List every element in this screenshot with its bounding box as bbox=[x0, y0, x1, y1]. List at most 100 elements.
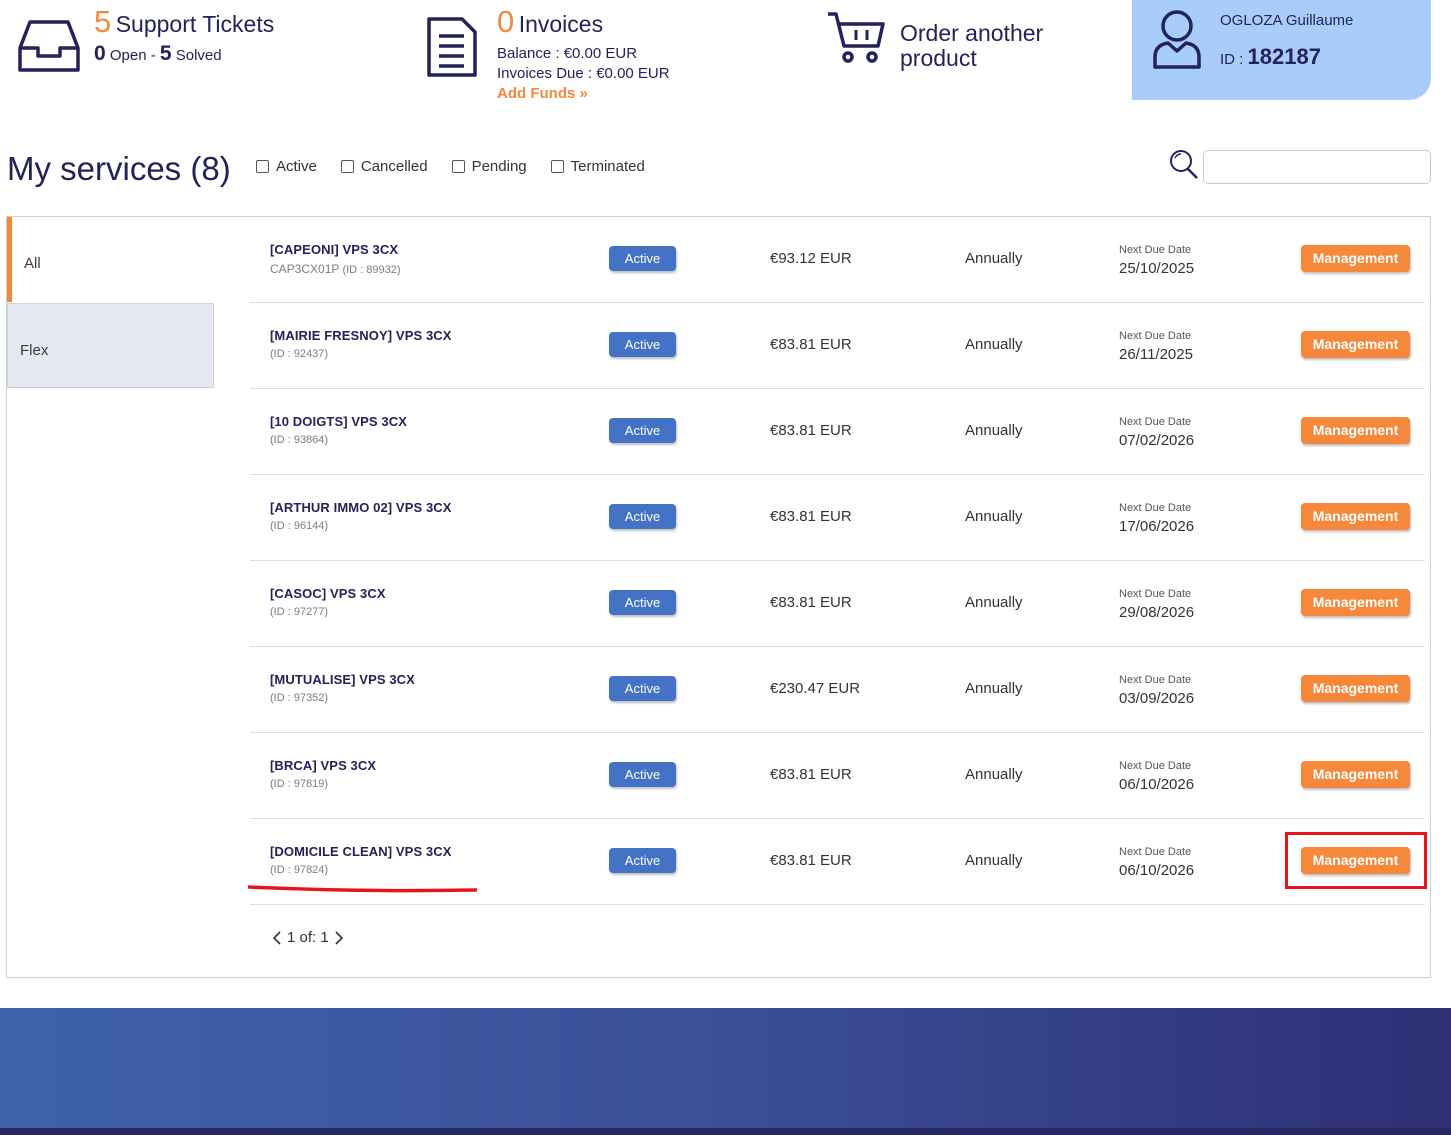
chevron-right-icon[interactable] bbox=[333, 930, 345, 945]
status-badge: Active bbox=[609, 676, 676, 701]
page-title: My services (8) bbox=[7, 150, 231, 187]
support-tickets-stat[interactable]: 5 Support Tickets 0 Open - 5 Solved bbox=[18, 6, 318, 76]
due-date: 29/08/2026 bbox=[1119, 604, 1195, 621]
table-row[interactable]: [CASOC] VPS 3CX (ID : 97277) Active €83.… bbox=[250, 561, 1425, 647]
due-date-label: Next Due Date bbox=[1119, 416, 1192, 428]
billing-cycle: Annually bbox=[965, 336, 1023, 353]
due-date-label: Next Due Date bbox=[1119, 588, 1192, 600]
page-indicator: 1 of: 1 bbox=[287, 929, 329, 946]
checkbox[interactable] bbox=[256, 160, 269, 173]
management-button[interactable]: Management bbox=[1301, 589, 1410, 616]
service-id: (ID : 92437) bbox=[270, 348, 329, 360]
annotation-highlight-box bbox=[1285, 832, 1427, 889]
checkbox[interactable] bbox=[550, 160, 564, 173]
invoice-document-icon bbox=[427, 17, 477, 77]
management-button[interactable]: Management bbox=[1301, 331, 1410, 358]
table-row[interactable]: [CAPEONI] VPS 3CX CAP3CX01P (ID : 89932)… bbox=[250, 217, 1425, 303]
annotation-underline bbox=[248, 885, 477, 893]
order-line-2: product bbox=[900, 45, 977, 71]
filter-label: Cancelled bbox=[360, 158, 428, 175]
billing-cycle: Annually bbox=[965, 508, 1023, 525]
tickets-solved-count: 5 bbox=[159, 42, 172, 65]
filter-cancelled[interactable]: Cancelled bbox=[340, 158, 428, 175]
filter-label: Terminated bbox=[570, 158, 645, 175]
user-profile-card[interactable]: OGLOZA Guillaume ID : 182187 bbox=[1132, 0, 1431, 100]
user-name: OGLOZA Guillaume bbox=[1220, 12, 1354, 29]
service-price: €83.81 EUR bbox=[770, 508, 852, 525]
service-name-link[interactable]: [10 DOIGTS] VPS 3CX bbox=[270, 414, 407, 429]
user-id: 182187 bbox=[1247, 44, 1321, 69]
service-price: €83.81 EUR bbox=[770, 766, 852, 783]
management-button[interactable]: Management bbox=[1301, 245, 1410, 272]
filter-label: Active bbox=[276, 158, 317, 175]
service-name-link[interactable]: [CAPEONI] VPS 3CX bbox=[270, 242, 398, 257]
tab-flex[interactable]: Flex bbox=[7, 303, 214, 388]
service-name-link[interactable]: [MAIRIE FRESNOY] VPS 3CX bbox=[270, 328, 452, 343]
service-price: €93.12 EUR bbox=[770, 250, 852, 267]
tab-flex-label: Flex bbox=[20, 342, 49, 359]
service-name-link[interactable]: [MUTUALISE] VPS 3CX bbox=[270, 672, 415, 687]
services-panel: All Flex [CAPEONI] VPS 3CX CAP3CX01P (ID… bbox=[6, 216, 1431, 978]
service-price: €83.81 EUR bbox=[770, 422, 852, 439]
due-date-label: Next Due Date bbox=[1119, 760, 1192, 772]
shopping-cart-icon bbox=[828, 12, 885, 63]
chevron-left-icon[interactable] bbox=[271, 930, 283, 945]
add-funds-link[interactable]: Add Funds » bbox=[497, 85, 588, 102]
service-code: CAP3CX01P bbox=[270, 262, 340, 276]
table-row[interactable]: [MUTUALISE] VPS 3CX (ID : 97352) Active … bbox=[250, 647, 1425, 733]
table-row[interactable]: [BRCA] VPS 3CX (ID : 97819) Active €83.8… bbox=[250, 733, 1425, 819]
service-name-link[interactable]: [DOMICILE CLEAN] VPS 3CX bbox=[270, 844, 452, 859]
services-list: [CAPEONI] VPS 3CX CAP3CX01P (ID : 89932)… bbox=[250, 217, 1425, 905]
invoices-title: Invoices bbox=[518, 11, 604, 37]
service-name-link[interactable]: [CASOC] VPS 3CX bbox=[270, 586, 386, 601]
management-button[interactable]: Management bbox=[1301, 761, 1410, 788]
inbox-tray-icon bbox=[18, 20, 80, 72]
search-input[interactable] bbox=[1203, 150, 1431, 184]
filter-active[interactable]: Active bbox=[256, 158, 317, 175]
checkbox[interactable] bbox=[451, 160, 465, 173]
filter-label: Pending bbox=[471, 158, 527, 175]
order-line-1: Order another bbox=[900, 20, 1044, 46]
service-id: (ID : 97352) bbox=[270, 692, 329, 704]
table-row[interactable]: [ARTHUR IMMO 02] VPS 3CX (ID : 96144) Ac… bbox=[250, 475, 1425, 561]
tickets-title: Support Tickets bbox=[115, 11, 275, 37]
status-badge: Active bbox=[609, 504, 676, 529]
filter-terminated[interactable]: Terminated bbox=[550, 158, 645, 175]
management-button[interactable]: Management bbox=[1301, 417, 1410, 444]
due-date: 25/10/2025 bbox=[1119, 260, 1195, 277]
tickets-open-count: 0 bbox=[94, 42, 106, 65]
service-price: €230.47 EUR bbox=[770, 680, 861, 697]
user-icon bbox=[1153, 10, 1201, 69]
invoices-stat[interactable]: 0 Invoices Balance : €0.00 EUR Invoices … bbox=[426, 6, 726, 106]
status-badge: Active bbox=[609, 332, 676, 357]
order-product-stat[interactable]: Order another product bbox=[826, 8, 1086, 78]
filter-pending[interactable]: Pending bbox=[451, 158, 527, 175]
management-button[interactable]: Management bbox=[1301, 675, 1410, 702]
service-id: (ID : 97277) bbox=[270, 606, 329, 618]
due-date: 17/06/2026 bbox=[1119, 518, 1195, 535]
user-id-label: ID : bbox=[1220, 51, 1244, 68]
search-icon[interactable] bbox=[1168, 149, 1200, 181]
tickets-open-label: Open - bbox=[109, 47, 156, 64]
pagination: 1 of: 1 bbox=[271, 929, 345, 946]
status-badge: Active bbox=[609, 762, 676, 787]
table-row[interactable]: [MAIRIE FRESNOY] VPS 3CX (ID : 92437) Ac… bbox=[250, 303, 1425, 389]
management-button[interactable]: Management bbox=[1301, 503, 1410, 530]
invoices-balance: Balance : €0.00 EUR bbox=[497, 45, 638, 62]
service-id: (ID : 93864) bbox=[270, 434, 329, 446]
status-badge: Active bbox=[609, 848, 676, 873]
service-price: €83.81 EUR bbox=[770, 594, 852, 611]
table-row[interactable]: [10 DOIGTS] VPS 3CX (ID : 93864) Active … bbox=[250, 389, 1425, 475]
billing-cycle: Annually bbox=[965, 680, 1023, 697]
service-id: (ID : 97819) bbox=[270, 778, 329, 790]
service-price: €83.81 EUR bbox=[770, 852, 852, 869]
service-price: €83.81 EUR bbox=[770, 336, 852, 353]
billing-cycle: Annually bbox=[965, 594, 1023, 611]
checkbox[interactable] bbox=[340, 160, 354, 173]
service-name-link[interactable]: [ARTHUR IMMO 02] VPS 3CX bbox=[270, 500, 452, 515]
tab-all[interactable]: All bbox=[7, 217, 214, 302]
due-date-label: Next Due Date bbox=[1119, 330, 1192, 342]
service-name-link[interactable]: [BRCA] VPS 3CX bbox=[270, 758, 376, 773]
billing-cycle: Annually bbox=[965, 766, 1023, 783]
due-date-label: Next Due Date bbox=[1119, 674, 1192, 686]
